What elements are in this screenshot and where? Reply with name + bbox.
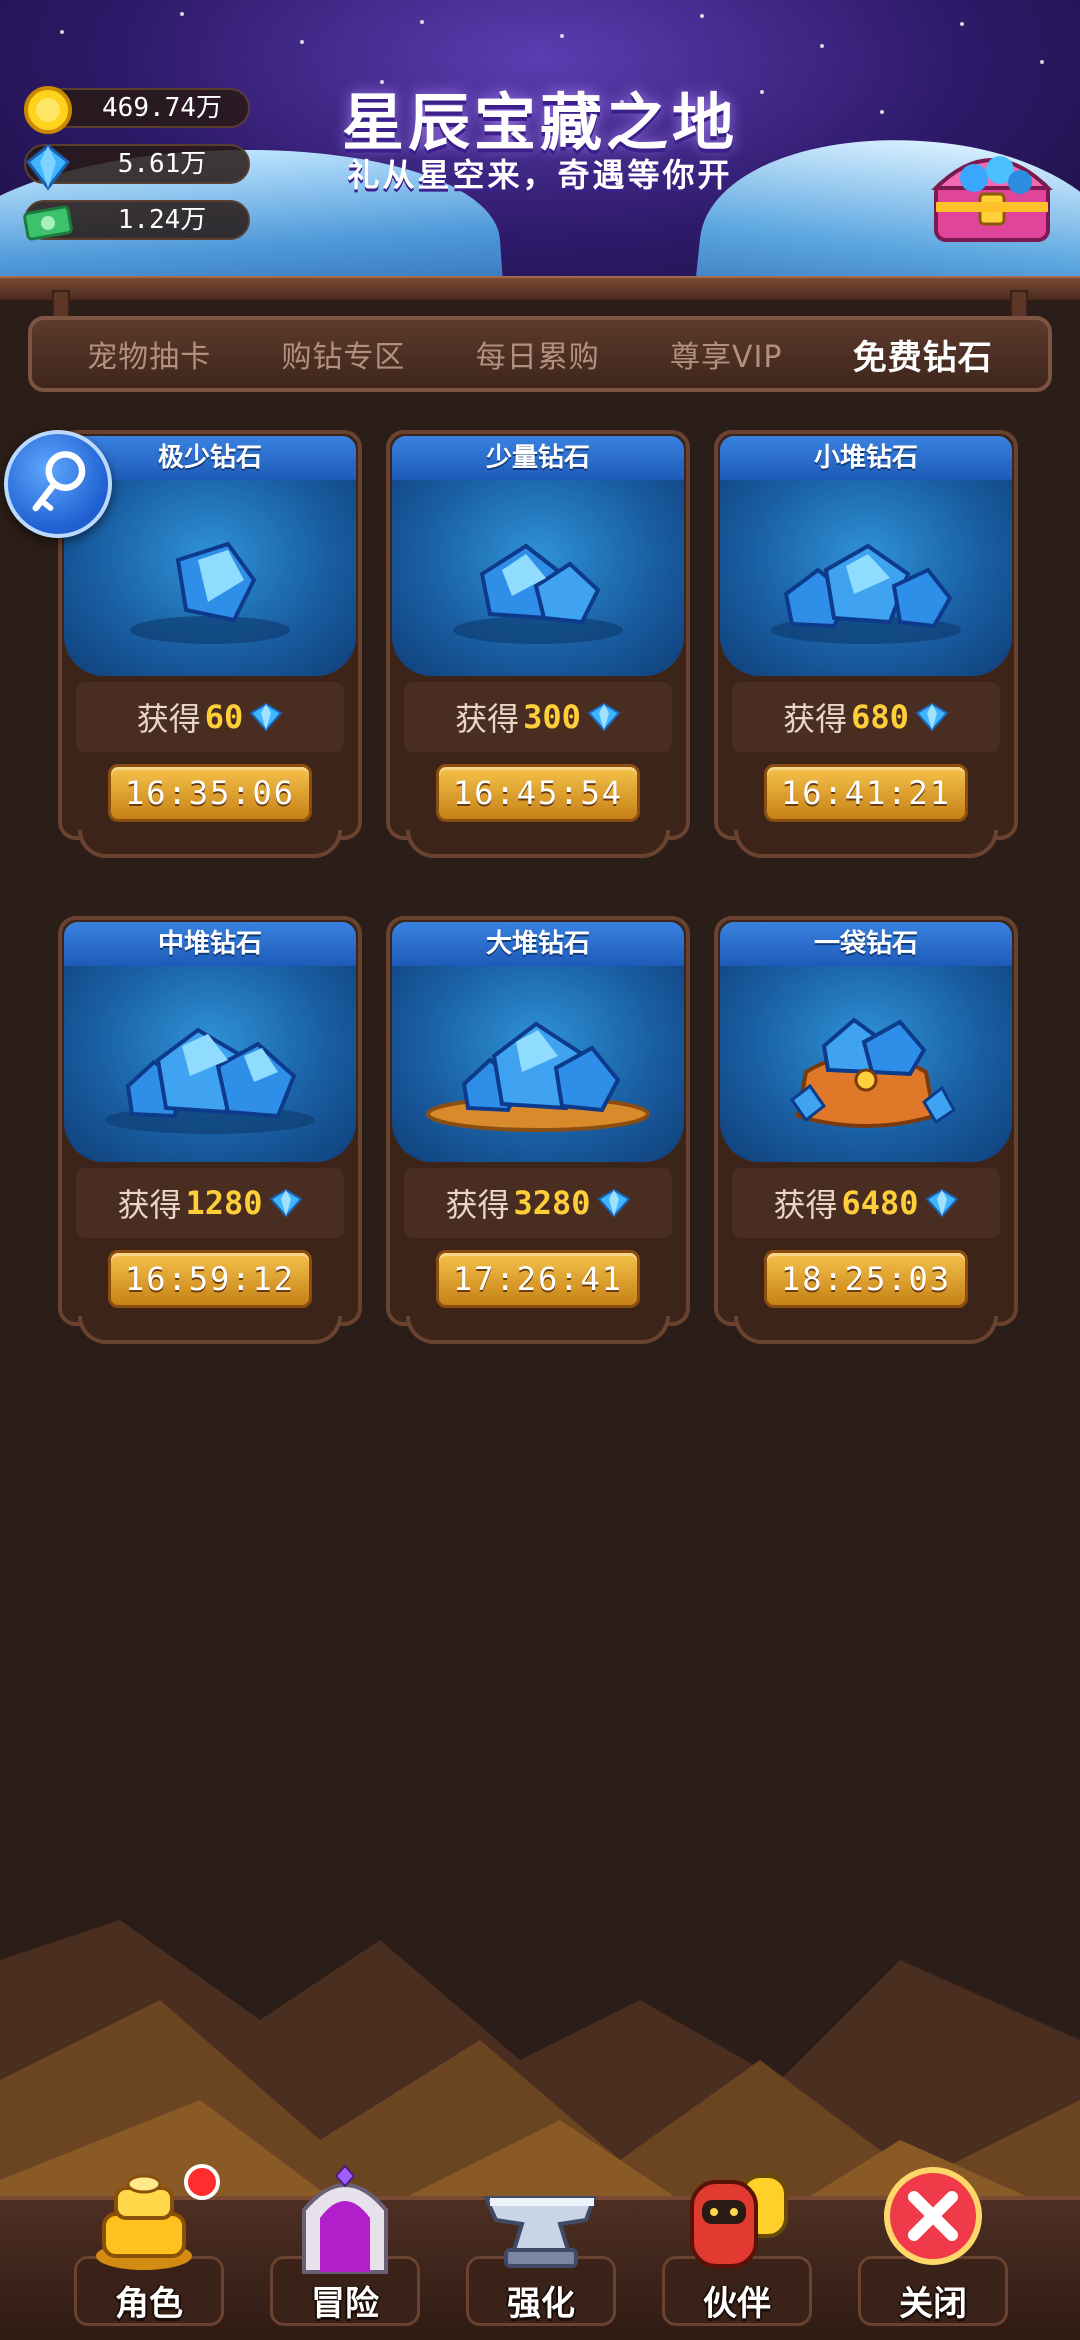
claim-timer-button[interactable]: 18:25:03 <box>764 1250 968 1308</box>
reward-amount: 300 <box>523 698 581 736</box>
nav-adventure[interactable]: 冒险 <box>260 2160 430 2340</box>
diamond-icon <box>587 702 621 732</box>
diamond-icon <box>596 1188 631 1218</box>
diamond-icon <box>924 1188 959 1218</box>
gold-coin-icon <box>24 86 72 134</box>
timer-text: 16:45:54 <box>452 774 624 812</box>
offer-card[interactable]: 中堆钻石 获得 1280 16:59:12 <box>58 916 362 1346</box>
nav-partner[interactable]: 伙伴 <box>652 2160 822 2340</box>
key-button[interactable] <box>4 430 112 538</box>
claim-timer-button[interactable]: 16:45:54 <box>436 764 640 822</box>
cash-balance: 1.24万 <box>23 200 250 241</box>
card-title: 中堆钻石 <box>64 922 356 966</box>
timer-text: 16:59:12 <box>124 1260 296 1298</box>
reward-panel: 获得 1280 <box>76 1168 344 1238</box>
tab-vip[interactable]: 尊享VIP <box>670 332 782 376</box>
timer-text: 18:25:03 <box>780 1260 952 1298</box>
claim-timer-button[interactable]: 16:35:06 <box>108 764 312 822</box>
reward-amount: 60 <box>204 698 244 736</box>
claim-timer-button[interactable]: 17:26:41 <box>436 1250 640 1308</box>
reward-label: 获得 <box>445 1186 510 1224</box>
gold-value: 469.74万 <box>102 93 222 123</box>
offer-card[interactable]: 小堆钻石 获得 680 16:41:21 <box>714 430 1018 860</box>
nav-enhance[interactable]: 强化 <box>456 2160 626 2340</box>
diamond-value: 5.61万 <box>117 149 207 179</box>
diamond-icon <box>915 702 949 732</box>
diamond-pile-icon <box>771 543 961 644</box>
timer-text: 16:41:21 <box>780 774 952 812</box>
tab-bar: 宠物抽卡 购钻专区 每日累购 尊享VIP 免费钻石 <box>28 316 1052 392</box>
close-icon <box>884 2167 982 2265</box>
claim-timer-button[interactable]: 16:59:12 <box>108 1250 312 1308</box>
diamond-balance: 5.61万 <box>24 144 250 191</box>
companion-icon <box>690 2174 788 2268</box>
notification-badge <box>184 2164 220 2200</box>
tab-daily-purchase[interactable]: 每日累购 <box>476 332 600 376</box>
reward-label: 获得 <box>783 700 848 738</box>
nav-character[interactable]: 角色 <box>64 2160 234 2340</box>
nav-close[interactable]: 关闭 <box>848 2160 1018 2340</box>
reward-label: 获得 <box>136 700 201 738</box>
portal-gate-icon <box>302 2164 388 2274</box>
nav-label: 冒险 <box>311 2284 379 2324</box>
reward-amount: 6480 <box>841 1184 919 1222</box>
reward-panel: 获得 60 <box>76 682 344 752</box>
diamond-pile-icon <box>105 1027 315 1134</box>
cash-icon <box>23 205 73 241</box>
timer-text: 16:35:06 <box>124 774 296 812</box>
nav-label: 角色 <box>115 2284 183 2324</box>
card-title: 小堆钻石 <box>720 436 1012 480</box>
reward-amount: 3280 <box>513 1184 591 1222</box>
claim-timer-button[interactable]: 16:41:21 <box>764 764 968 822</box>
diamond-bag-icon <box>789 1017 956 1128</box>
offer-card[interactable]: 大堆钻石 获得 3280 17:26:41 <box>386 916 690 1346</box>
tab-pet-gacha[interactable]: 宠物抽卡 <box>87 332 211 376</box>
reward-amount: 1280 <box>185 1184 263 1222</box>
diamond-icon <box>25 144 71 191</box>
card-title: 大堆钻石 <box>392 922 684 966</box>
reward-amount: 680 <box>851 698 909 736</box>
reward-panel: 获得 3280 <box>404 1168 672 1238</box>
diamond-pile-icon <box>453 543 623 644</box>
nav-label: 强化 <box>507 2284 575 2324</box>
reward-label: 获得 <box>455 700 520 738</box>
nav-label: 关闭 <box>899 2284 967 2324</box>
cash-value: 1.24万 <box>117 205 207 235</box>
diamond-pile-icon <box>426 1021 650 1132</box>
diamond-icon <box>249 702 283 732</box>
reward-panel: 获得 680 <box>732 682 1000 752</box>
offer-card[interactable]: 一袋钻石 获得 6480 18:25:03 <box>714 916 1018 1346</box>
reward-label: 获得 <box>117 1186 182 1224</box>
key-icon <box>32 451 86 512</box>
treasure-chest-icon <box>931 156 1053 242</box>
card-title: 少量钻石 <box>392 436 684 480</box>
tab-buy-diamonds[interactable]: 购钻专区 <box>281 332 405 376</box>
timer-text: 17:26:41 <box>452 1260 624 1298</box>
wooden-beam <box>0 276 1080 300</box>
reward-label: 获得 <box>773 1186 838 1224</box>
reward-panel: 获得 300 <box>404 682 672 752</box>
nav-label: 伙伴 <box>703 2284 771 2324</box>
reward-panel: 获得 6480 <box>732 1168 1000 1238</box>
anvil-icon <box>482 2196 597 2268</box>
card-title: 一袋钻石 <box>720 922 1012 966</box>
tab-free-diamonds[interactable]: 免费钻石 <box>853 330 993 379</box>
gold-balance: 469.74万 <box>24 86 250 134</box>
diamond-icon <box>268 1188 303 1218</box>
offer-card[interactable]: 少量钻石 获得 300 16:45:54 <box>386 430 690 860</box>
